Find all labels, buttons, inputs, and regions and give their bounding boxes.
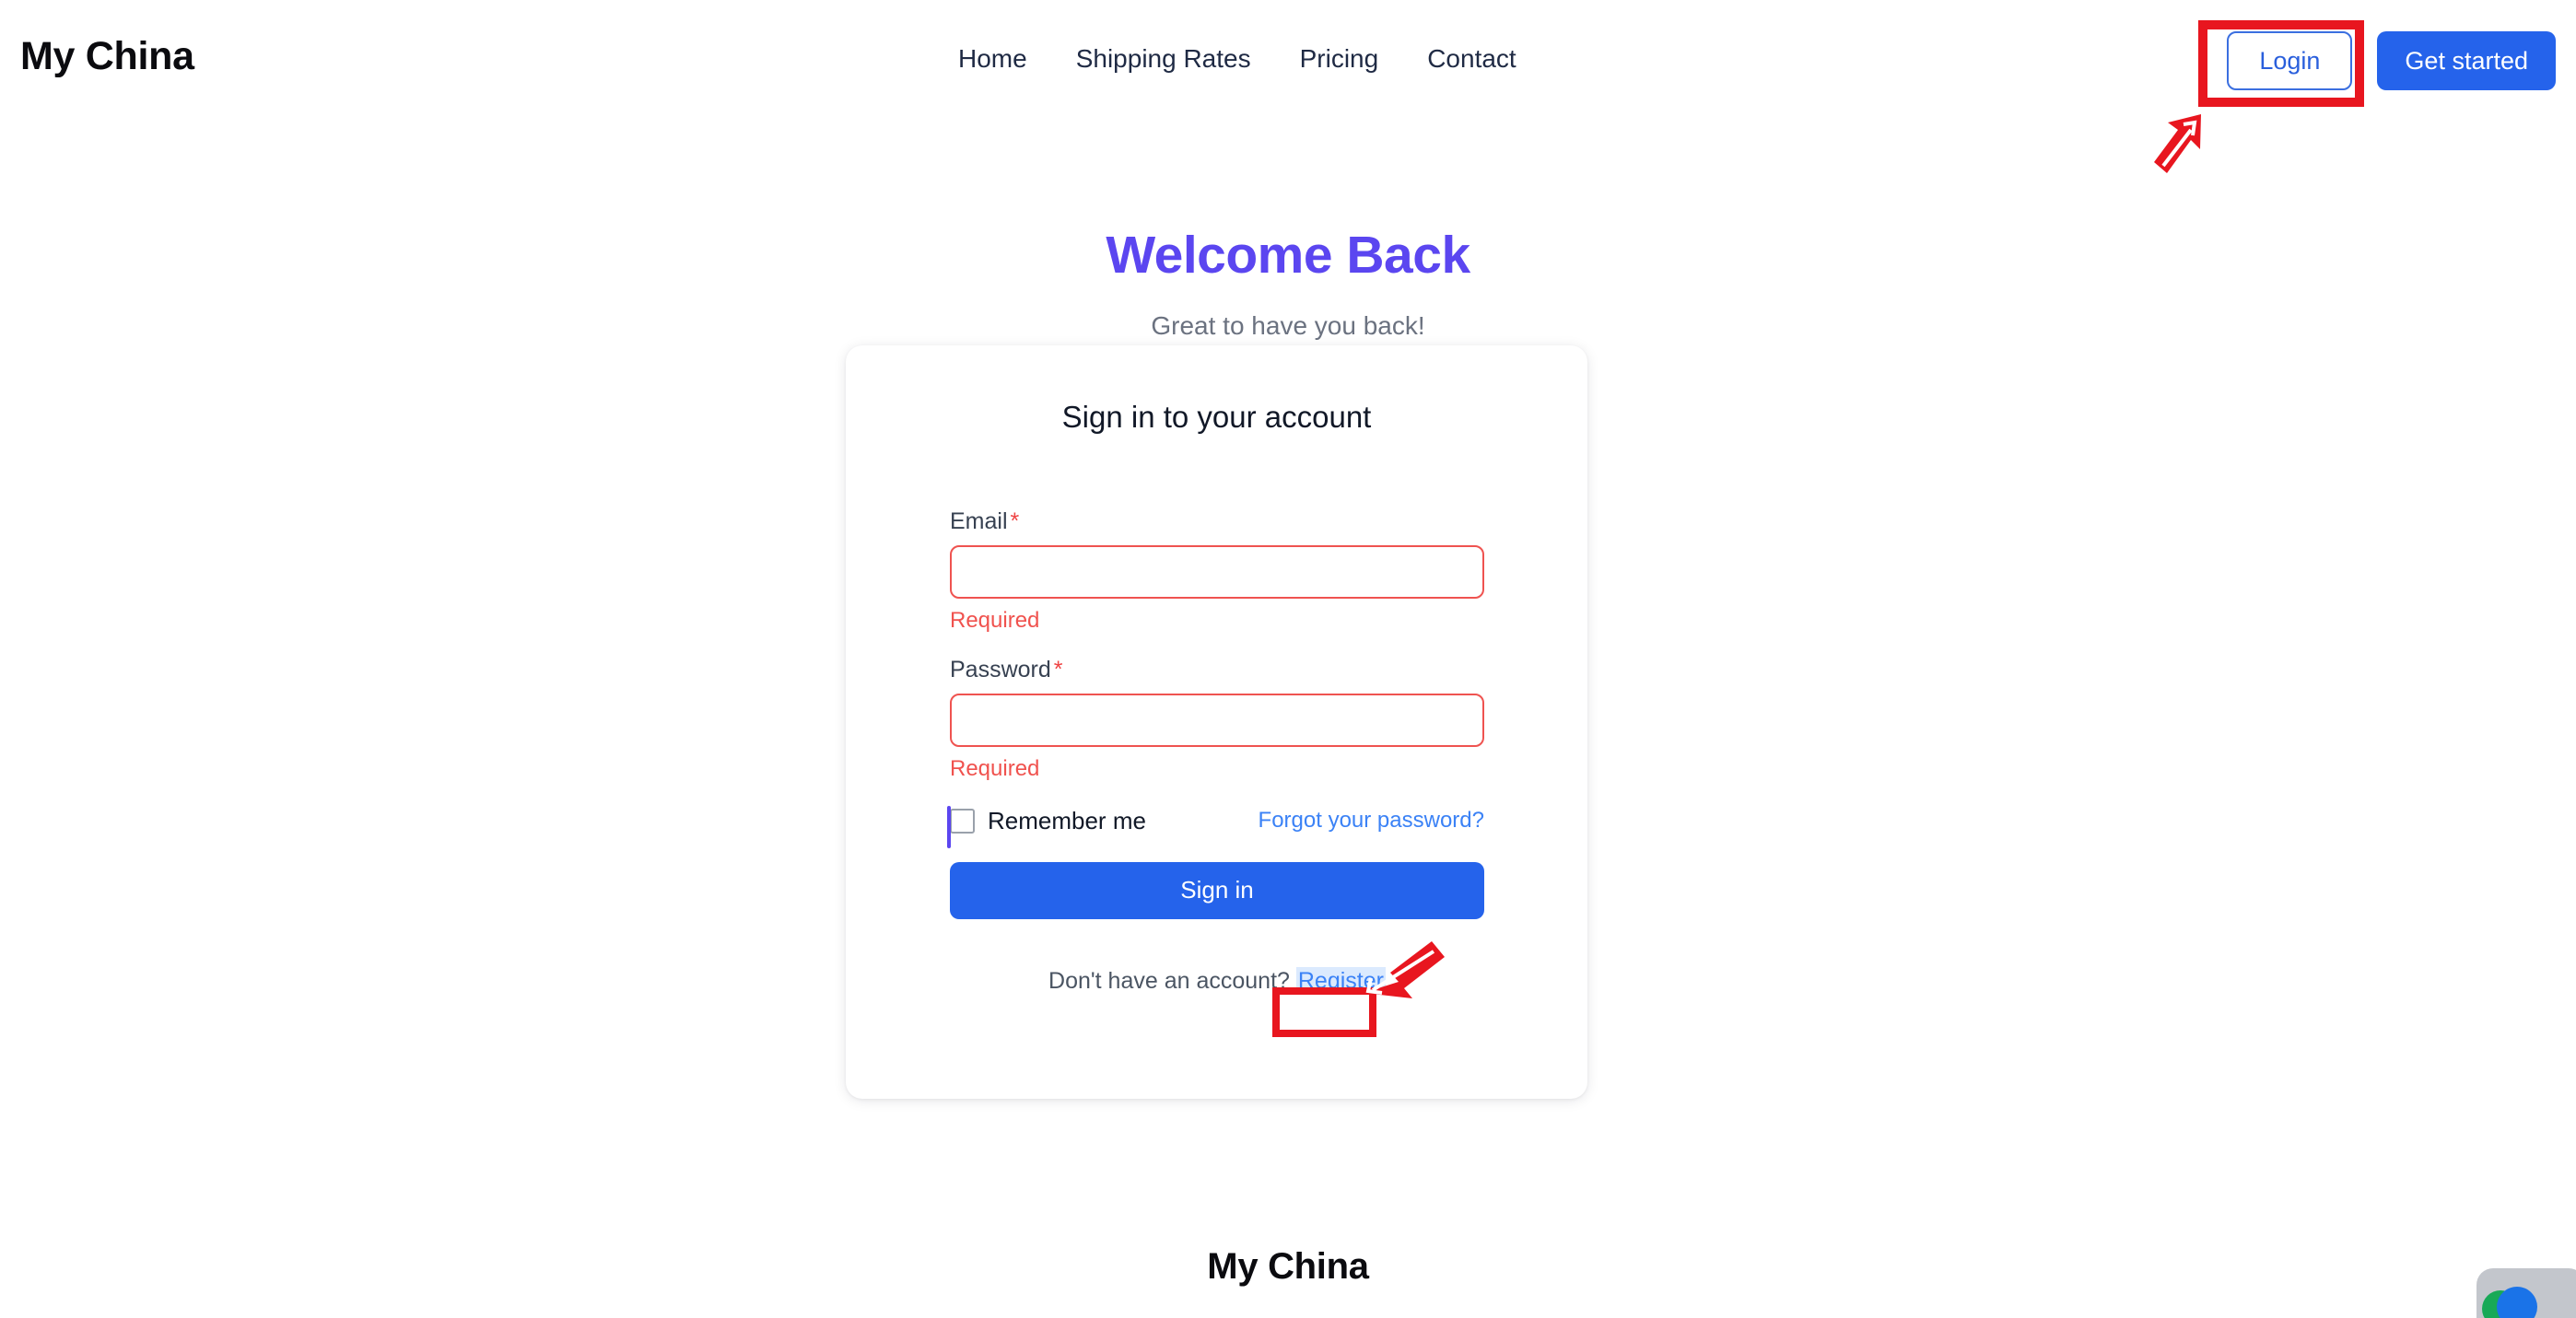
email-label-text: Email [950, 508, 1008, 534]
chat-widget[interactable] [2476, 1268, 2576, 1318]
register-prompt-row: Don't have an account? Register [950, 966, 1484, 995]
email-input[interactable] [950, 545, 1484, 599]
page-title: Welcome Back [1106, 226, 1470, 285]
password-error-message: Required [950, 755, 1040, 781]
email-label: Email * [950, 507, 1484, 535]
site-footer: My China [0, 1248, 2576, 1285]
remember-me-checkbox[interactable] [947, 805, 975, 848]
nav-item-pricing[interactable]: Pricing [1300, 46, 1379, 72]
card-title: Sign in to your account [1061, 400, 1372, 434]
signin-card: Sign in to your account Email * Required … [846, 345, 1587, 1099]
nav-item-contact[interactable]: Contact [1427, 46, 1516, 72]
login-button[interactable]: Login [2227, 31, 2353, 90]
email-field-group: Email * Required [950, 507, 1484, 635]
forgot-password-link[interactable]: Forgot your password? [1259, 808, 1484, 834]
page-root: My China Home Shipping Rates Pricing Con… [0, 0, 2576, 1318]
site-header: My China Home Shipping Rates Pricing Con… [0, 0, 2576, 129]
form-options-row: Remember me Forgot your password? [947, 805, 1484, 848]
password-required-marker: * [1053, 656, 1063, 682]
brand-logo[interactable]: My China [20, 37, 194, 76]
remember-me-group[interactable]: Remember me [947, 805, 1146, 848]
password-label: Password * [950, 656, 1484, 683]
page-subtitle: Great to have you back! [1151, 310, 1425, 340]
chat-avatar-icon [2497, 1287, 2537, 1318]
register-prompt-text: Don't have an account? [1048, 967, 1290, 994]
header-actions: Login Get started [2227, 31, 2556, 90]
main-navigation: Home Shipping Rates Pricing Contact [958, 46, 1516, 72]
nav-item-shipping-rates[interactable]: Shipping Rates [1076, 46, 1251, 72]
sign-in-button[interactable]: Sign in [950, 861, 1484, 919]
remember-me-label: Remember me [988, 806, 1146, 834]
nav-item-home[interactable]: Home [958, 46, 1027, 72]
password-label-text: Password [950, 656, 1051, 682]
email-required-marker: * [1010, 508, 1020, 534]
get-started-button[interactable]: Get started [2377, 31, 2556, 90]
email-error-message: Required [950, 608, 1040, 633]
password-field-group: Password * Required [950, 656, 1484, 783]
hero-section: Welcome Back Great to have you back! [0, 226, 2576, 341]
register-link[interactable]: Register [1295, 966, 1386, 995]
signin-form: Email * Required Password * Required Remem… [947, 507, 1484, 995]
footer-brand: My China [1207, 1246, 1369, 1287]
password-input[interactable] [950, 693, 1484, 747]
